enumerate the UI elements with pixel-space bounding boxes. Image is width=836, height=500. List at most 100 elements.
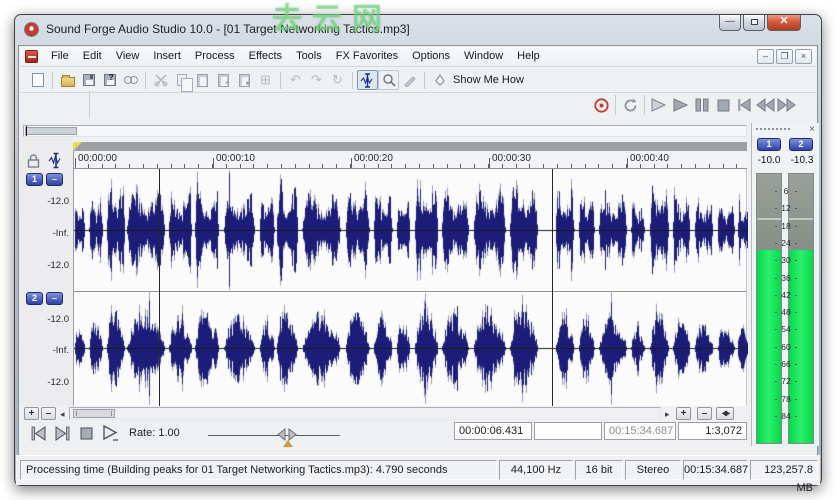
forward-button[interactable] [777, 93, 797, 117]
loop-playback-button[interactable] [620, 93, 640, 117]
zoom-in-button[interactable]: + [24, 407, 39, 420]
scroll-left-arrow[interactable]: ◂ [60, 409, 65, 420]
loop-region-bar[interactable] [73, 142, 747, 151]
selection-end-display[interactable] [534, 422, 602, 440]
paste-mix-button[interactable]: + [213, 70, 234, 90]
zoom-ratio-display[interactable]: 1:3,072 [678, 422, 747, 440]
stop-button[interactable] [713, 93, 733, 117]
redo-button[interactable]: ↷ [306, 70, 327, 90]
repeat-button[interactable]: ↻ [327, 70, 348, 90]
menu-item-edit[interactable]: Edit [76, 47, 109, 66]
channel-1-button[interactable]: 1 [26, 173, 43, 186]
trim-button[interactable]: ⊞ [255, 70, 276, 90]
timeline-ruler[interactable]: 00:00:0000:00:1000:00:2000:00:3000:00:40 [73, 151, 747, 169]
magnify-button[interactable] [378, 70, 399, 90]
ruler-major-tick [351, 158, 352, 168]
ruler-minor-tick [460, 164, 461, 168]
publish-button[interactable] [120, 70, 141, 90]
rewind-button[interactable] [755, 93, 775, 117]
go-to-start-button[interactable] [734, 93, 754, 117]
lock-icon[interactable] [27, 154, 40, 168]
document-icon[interactable] [25, 50, 38, 63]
mdi-close-button[interactable]: × [795, 49, 812, 64]
copy-button[interactable] [171, 70, 192, 90]
paste-new-button[interactable]: ▸ [234, 70, 255, 90]
menu-item-process[interactable]: Process [188, 47, 242, 66]
play-small-button[interactable] [99, 423, 121, 443]
ruler-minor-tick [681, 164, 682, 168]
waveform-channel-1[interactable] [74, 169, 748, 291]
ruler-minor-tick [184, 164, 185, 168]
pencil-button[interactable] [399, 70, 420, 90]
status-sample-rate[interactable]: 44,100 Hz [499, 460, 573, 480]
meter-1-peak-value: -10.0 [753, 155, 785, 166]
menu-item-effects[interactable]: Effects [242, 47, 289, 66]
marker-line[interactable] [552, 169, 553, 406]
playback-cursor[interactable] [159, 169, 160, 406]
save-as-button[interactable] [99, 70, 120, 90]
menu-item-window[interactable]: Window [457, 47, 510, 66]
play-button[interactable] [671, 93, 691, 117]
menu-item-insert[interactable]: Insert [146, 47, 188, 66]
menu-item-tools[interactable]: Tools [289, 47, 329, 66]
ruler-minor-tick [502, 164, 503, 168]
meter-scale-label: 48 [773, 307, 799, 317]
status-channels[interactable]: Stereo [625, 460, 681, 480]
menu-item-help[interactable]: Help [510, 47, 547, 66]
loop-start-marker[interactable] [73, 142, 82, 151]
show-me-how-label[interactable]: Show Me How [453, 74, 524, 86]
menu-item-options[interactable]: Options [405, 47, 457, 66]
stop-small-button[interactable] [75, 423, 97, 443]
play-all-button[interactable] [649, 93, 669, 117]
status-bit-depth[interactable]: 16 bit [575, 460, 623, 480]
paste-button[interactable] [192, 70, 213, 90]
horizontal-scrollbar[interactable] [69, 407, 661, 420]
channel-2-minimize-button[interactable]: – [46, 292, 63, 305]
meter-channel-1-button[interactable]: 1 [757, 138, 781, 151]
gutter-edit-tool-icon[interactable] [48, 152, 64, 169]
ruler-minor-tick [654, 164, 655, 168]
close-button[interactable]: ✕ [767, 15, 801, 31]
scroll-right-arrow[interactable]: ▸ [665, 409, 670, 420]
go-end-small-button[interactable] [51, 423, 73, 443]
waveform-channel-2[interactable] [74, 291, 748, 406]
selection-length-display[interactable]: 00:15:34.687 [604, 422, 676, 440]
edit-tool-button[interactable] [357, 70, 378, 90]
pencil-icon [403, 73, 417, 87]
undo-button[interactable]: ↶ [285, 70, 306, 90]
menu-item-file[interactable]: File [44, 47, 76, 66]
save-button[interactable] [78, 70, 99, 90]
waveform-display[interactable] [73, 169, 747, 406]
mdi-minimize-button[interactable]: – [757, 49, 774, 64]
rate-slider[interactable] [208, 435, 340, 436]
meters-close-button[interactable]: × [809, 124, 815, 135]
ruler-major-tick [627, 158, 628, 168]
new-file-button[interactable] [27, 70, 48, 90]
maximize-button[interactable] [743, 15, 765, 31]
meter-channel-2-button[interactable]: 2 [789, 138, 813, 151]
mdi-restore-button[interactable]: ❐ [776, 49, 793, 64]
scrollbar-thumb[interactable] [73, 409, 115, 418]
meter-scale-label: 60 [773, 342, 799, 352]
ruler-minor-tick [529, 164, 530, 168]
meters-grip[interactable] [756, 128, 790, 130]
overview-bar[interactable] [23, 125, 747, 137]
time-zoom-in-button[interactable]: + [676, 407, 691, 420]
title-bar[interactable]: Sound Forge Audio Studio 10.0 - [01 Targ… [15, 15, 821, 45]
channel-2-button[interactable]: 2 [26, 292, 43, 305]
menu-item-fx-favorites[interactable]: FX Favorites [329, 47, 405, 66]
zoom-out-button[interactable]: – [41, 407, 56, 420]
show-me-how-button[interactable] [429, 70, 450, 90]
channel-1-minimize-button[interactable]: – [46, 173, 63, 186]
open-button[interactable] [57, 70, 78, 90]
pause-button[interactable] [692, 93, 712, 117]
time-zoom-out-button[interactable]: – [697, 407, 712, 420]
menu-item-view[interactable]: View [109, 47, 147, 66]
go-start-small-button[interactable] [27, 423, 49, 443]
overview-thumb[interactable] [25, 127, 77, 135]
minimize-button[interactable]: — [719, 15, 741, 31]
position-display[interactable]: 00:00:06.431 [454, 422, 532, 440]
cut-button[interactable] [150, 70, 171, 90]
record-button[interactable] [591, 93, 611, 117]
zoom-fit-button[interactable]: ◂▸ [716, 407, 734, 420]
